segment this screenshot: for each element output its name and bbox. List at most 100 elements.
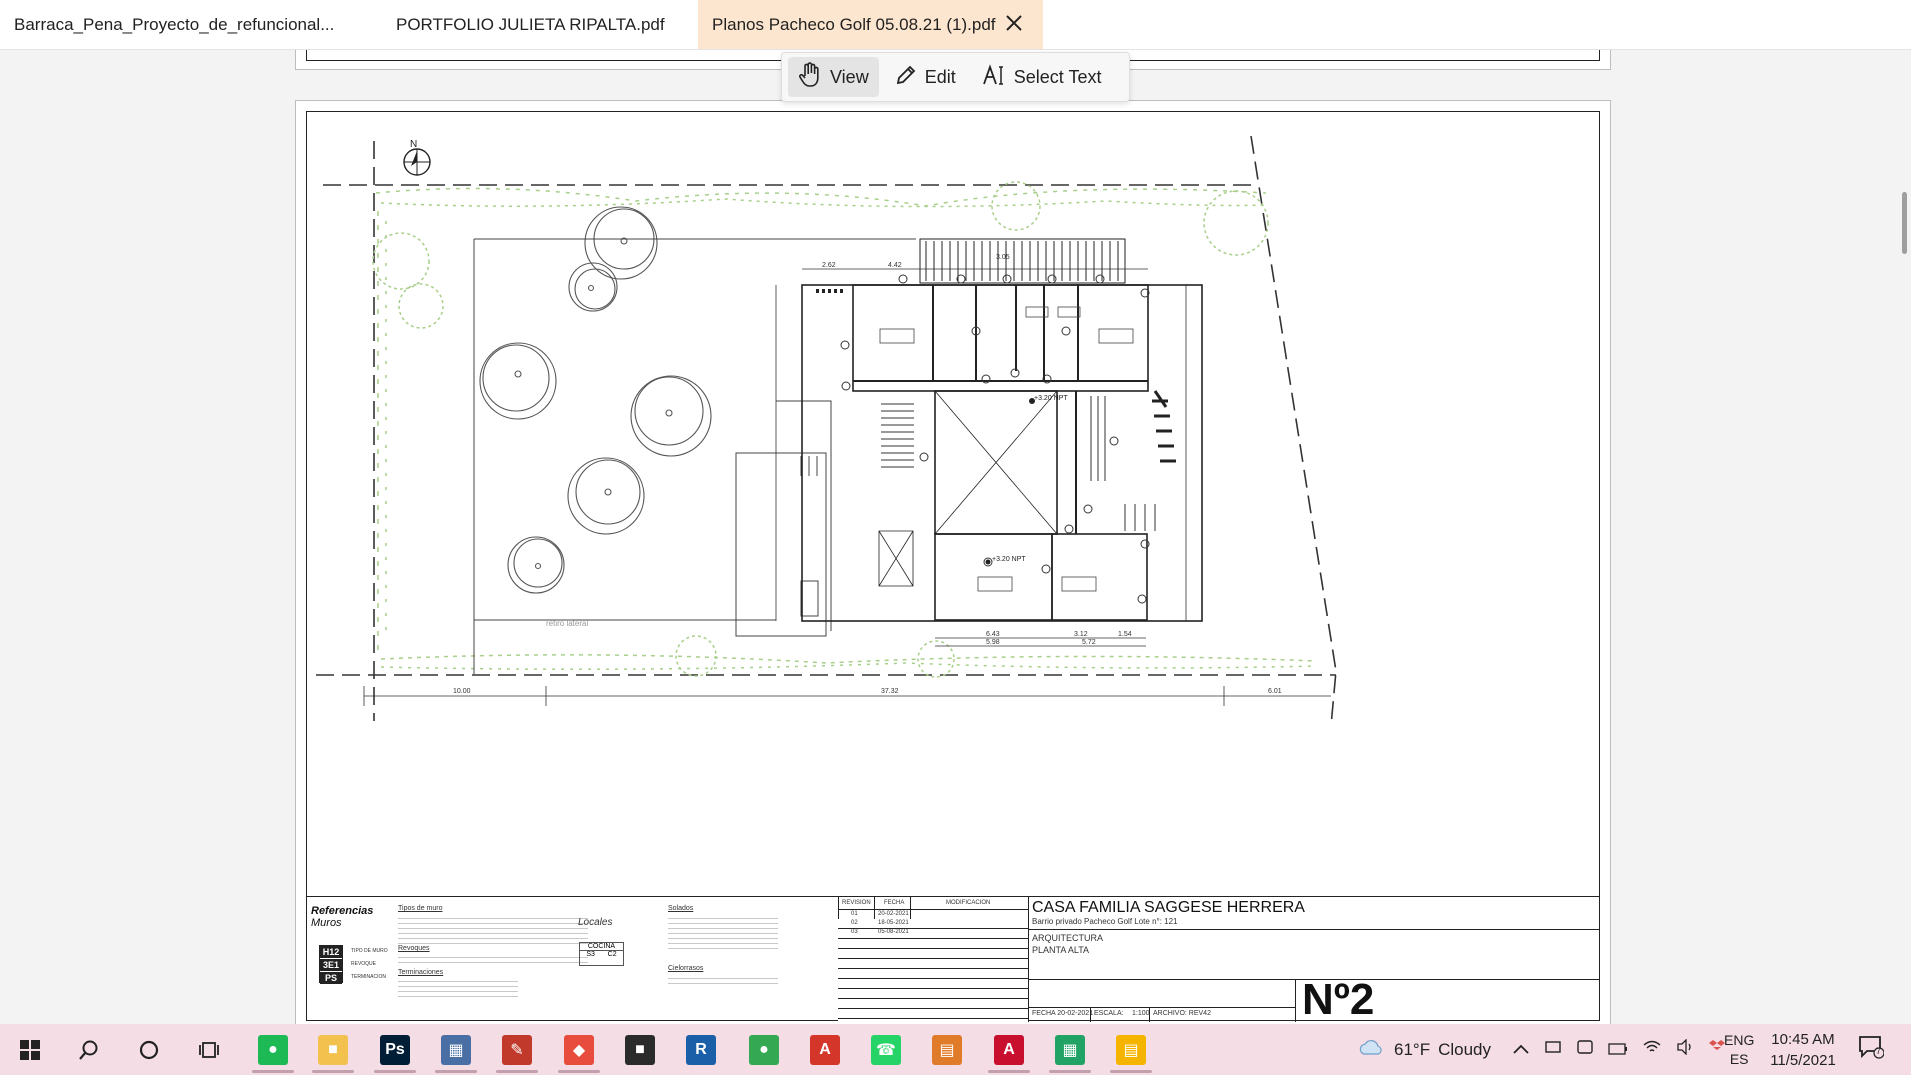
- sheet-number: Nº2: [1302, 975, 1375, 1024]
- mode-toolbar: View Edit Select Text: [781, 52, 1130, 102]
- volume-icon[interactable]: [1676, 1038, 1694, 1060]
- cielorrasos-lines: [668, 974, 778, 988]
- level-label-top: +3.20 NPT: [1034, 395, 1068, 402]
- select-text-mode-label: Select Text: [1013, 66, 1102, 87]
- running-indicator: [1049, 1070, 1091, 1073]
- tab-barraca-pena[interactable]: Barraca_Pena_Proyecto_de_refuncional...: [0, 0, 380, 49]
- pdf-page: N retiro lateral +3.20 NPT +3.20 NPT 10.…: [295, 100, 1611, 1024]
- local-code: COCINA: [580, 943, 623, 951]
- chevron-up-icon[interactable]: [1512, 1040, 1530, 1060]
- terminaciones-lines: [398, 977, 518, 997]
- terminaciones-heading: Terminaciones: [398, 969, 444, 976]
- onedrive-icon[interactable]: [1576, 1038, 1594, 1061]
- tab-label: PORTFOLIO JULIETA RIPALTA.pdf: [396, 14, 665, 34]
- wifi-icon[interactable]: [1642, 1039, 1662, 1060]
- document-viewer[interactable]: View Edit Select Text N retiro lateral +…: [0, 50, 1911, 1024]
- title-block: Referencias Muros H12 3E1 PS TIPO DE MUR…: [306, 896, 1600, 1024]
- escala-label: ESCALA:: [1094, 1010, 1124, 1017]
- cloud-icon: [1358, 1038, 1384, 1061]
- photoshop-icon[interactable]: Ps: [380, 1035, 410, 1065]
- running-indicator: [496, 1070, 538, 1073]
- dim-bottom-mid: 37.32: [881, 688, 899, 695]
- solados-heading: Solados: [668, 905, 694, 912]
- text-cursor-icon: [982, 63, 1006, 91]
- dim-f: 2.62: [822, 262, 836, 269]
- battery-icon[interactable]: [1608, 1040, 1628, 1060]
- fecha-label: FECHA 20-02-2021: [1032, 1010, 1094, 1017]
- retiro-lateral-label: retiro lateral: [546, 619, 588, 628]
- clock[interactable]: 10:45 AM 11/5/2021: [1768, 1024, 1838, 1075]
- revoques-lines: [398, 953, 588, 965]
- close-icon[interactable]: [1005, 11, 1029, 39]
- dim-a: 6.43: [986, 631, 1000, 638]
- rev-header-revision: REVISION: [842, 900, 871, 906]
- escala-value: 1:100: [1132, 1010, 1150, 1017]
- cielorrasos-heading: Cielorrasos: [668, 965, 704, 972]
- sketchup-icon[interactable]: ◆: [564, 1035, 594, 1065]
- vertical-scrollbar[interactable]: [1902, 192, 1907, 254]
- referencias-heading: Referencias: [311, 905, 374, 917]
- calculator-icon[interactable]: ▦: [441, 1035, 471, 1065]
- legend-code-terminacion: PS: [320, 972, 342, 984]
- running-indicator: [252, 1070, 294, 1073]
- tab-bar: Barraca_Pena_Proyecto_de_refuncional... …: [0, 0, 1911, 50]
- document-app-icon[interactable]: ▤: [932, 1035, 962, 1065]
- task-view-icon[interactable]: [194, 1035, 224, 1065]
- dim-h: 3.05: [996, 254, 1010, 261]
- dim-e: 5.72: [1082, 639, 1096, 646]
- dim-g: 4.42: [888, 262, 902, 269]
- dim-bottom-left: 10.00: [453, 688, 471, 695]
- tab-planos-pacheco[interactable]: Planos Pacheco Golf 05.08.21 (1).pdf: [698, 0, 1043, 49]
- spotify-icon[interactable]: ●: [258, 1035, 288, 1065]
- weather-widget[interactable]: 61°F Cloudy: [1358, 1024, 1491, 1075]
- notification-count: 7: [1876, 1046, 1882, 1056]
- tipos-muro-heading: Tipos de muro: [398, 905, 443, 912]
- dim-c: 1.54: [1118, 631, 1132, 638]
- running-indicator: [988, 1070, 1030, 1073]
- running-indicator: [374, 1070, 416, 1073]
- tab-portfolio[interactable]: PORTFOLIO JULIETA RIPALTA.pdf: [380, 0, 698, 49]
- weather-temp: 61°F: [1394, 1039, 1431, 1059]
- autocad-icon[interactable]: A: [994, 1035, 1024, 1065]
- rev-3-num: 03: [851, 929, 858, 935]
- notification-center[interactable]: 7: [1858, 1024, 1885, 1075]
- view-mode-label: View: [830, 66, 869, 87]
- whatsapp-icon[interactable]: ☎: [871, 1035, 901, 1065]
- file-explorer-icon[interactable]: ■: [318, 1035, 348, 1065]
- view-mode-button[interactable]: View: [788, 57, 879, 97]
- local-sub-1: S3: [586, 951, 595, 958]
- north-label: N: [410, 139, 417, 150]
- edit-mode-button[interactable]: Edit: [885, 57, 966, 97]
- chrome-icon[interactable]: ●: [749, 1035, 779, 1065]
- cortana-icon[interactable]: [134, 1035, 164, 1065]
- hand-icon: [798, 61, 822, 93]
- system-tray: [1512, 1024, 1726, 1075]
- lang-top: ENG: [1724, 1031, 1755, 1048]
- archivo-label: ARCHIVO: REV42: [1153, 1010, 1211, 1017]
- level-label-bottom: +3.20 NPT: [992, 556, 1026, 563]
- running-indicator: [435, 1070, 477, 1073]
- slides-icon[interactable]: ▤: [1116, 1035, 1146, 1065]
- running-indicator: [558, 1070, 600, 1073]
- floor-plan-drawing: N retiro lateral +3.20 NPT +3.20 NPT 10.…: [316, 135, 1337, 727]
- sticky-notes-icon[interactable]: ■: [625, 1035, 655, 1065]
- meet-now-icon[interactable]: [1544, 1038, 1562, 1061]
- project-location: Barrio privado Pacheco Golf Lote n°: 121: [1032, 917, 1178, 926]
- revoques-heading: Revoques: [398, 945, 430, 952]
- language-indicator[interactable]: ENG ES: [1724, 1024, 1754, 1075]
- sheets-icon[interactable]: ▦: [1055, 1035, 1085, 1065]
- running-indicator: [1110, 1070, 1152, 1073]
- windows-start-icon[interactable]: [15, 1035, 45, 1065]
- revit-icon[interactable]: R: [686, 1035, 716, 1065]
- legend-note-1: TIPO DE MURO: [351, 948, 388, 954]
- revision-rows: [838, 919, 1028, 1024]
- solados-lines: [668, 914, 778, 950]
- local-sub-2: C2: [607, 951, 617, 958]
- legend-code-wall: H12: [320, 946, 342, 958]
- rev-1-num: 01: [851, 911, 858, 917]
- pencil-app-icon[interactable]: ✎: [502, 1035, 532, 1065]
- acrobat-icon[interactable]: A: [810, 1035, 840, 1065]
- clock-time: 10:45 AM: [1771, 1030, 1835, 1048]
- select-text-mode-button[interactable]: Select Text: [972, 57, 1112, 97]
- search-icon[interactable]: [74, 1035, 104, 1065]
